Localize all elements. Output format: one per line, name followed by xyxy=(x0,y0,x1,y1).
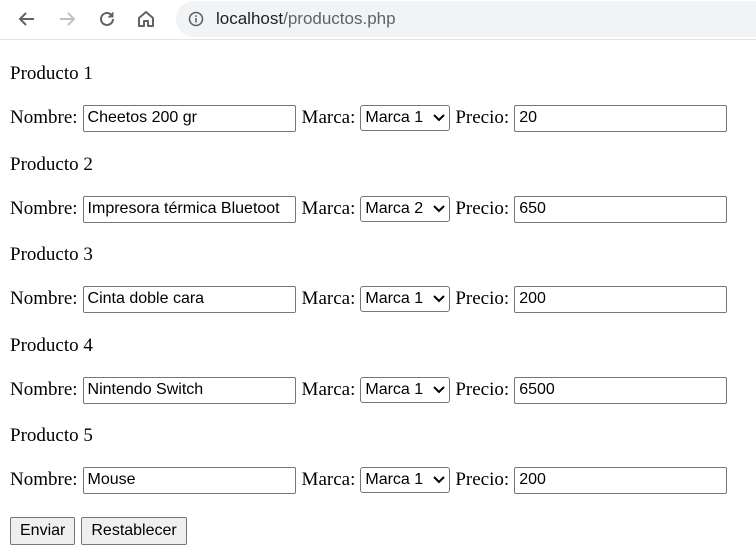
brand-selected: Marca 1 xyxy=(365,290,424,307)
name-input[interactable]: Mouse xyxy=(82,466,296,494)
home-button[interactable] xyxy=(134,7,158,31)
name-input[interactable]: Cheetos 200 gr xyxy=(82,104,296,132)
address-bar[interactable]: localhost/productos.php xyxy=(176,1,756,37)
price-label: Precio: xyxy=(455,107,510,128)
product-row: Nombre: Nintendo Switch Marca: Marca 1 Preci… xyxy=(10,376,728,404)
product-title: Producto 5 xyxy=(10,425,93,446)
product-row: Nombre: Cheetos 200 gr Marca: Marca 1 Precio… xyxy=(10,104,728,132)
chevron-down-icon xyxy=(433,295,446,303)
price-input[interactable]: 20 xyxy=(514,104,728,132)
price-label: Precio: xyxy=(455,469,510,490)
price-input[interactable]: 650 xyxy=(514,195,728,223)
url-host: localhost xyxy=(216,9,284,28)
home-icon xyxy=(138,11,154,27)
brand-select[interactable]: Marca 1 xyxy=(360,105,451,131)
brand-selected: Marca 1 xyxy=(365,109,424,126)
submit-button[interactable]: Enviar xyxy=(10,517,76,545)
arrow-right-icon xyxy=(60,12,76,26)
chevron-down-icon xyxy=(433,476,446,484)
name-label: Nombre: xyxy=(10,469,78,490)
brand-selected: Marca 1 xyxy=(365,381,424,398)
price-label: Precio: xyxy=(455,379,510,400)
name-label: Nombre: xyxy=(10,198,78,219)
forward-button[interactable] xyxy=(55,7,79,31)
info-icon[interactable] xyxy=(188,11,204,27)
brand-select[interactable]: Marca 2 xyxy=(360,196,451,222)
name-input[interactable]: Impresora térmica Bluetoot xyxy=(82,195,296,223)
product-title: Producto 1 xyxy=(10,63,93,84)
chevron-down-icon xyxy=(433,114,446,122)
product-row: Nombre: Impresora térmica Bluetoot Marca: M… xyxy=(10,195,728,223)
chevron-down-icon xyxy=(433,205,446,213)
price-label: Precio: xyxy=(455,288,510,309)
product-title: Producto 3 xyxy=(10,244,93,265)
price-input[interactable]: 200 xyxy=(514,466,728,494)
product-title: Producto 4 xyxy=(10,335,93,356)
url-path: /productos.php xyxy=(283,9,396,28)
browser-toolbar: localhost/productos.php xyxy=(0,0,756,40)
product-title: Producto 2 xyxy=(10,154,93,175)
brand-label: Marca: xyxy=(301,379,356,400)
brand-selected: Marca 1 xyxy=(365,471,424,488)
price-input[interactable]: 6500 xyxy=(514,376,728,404)
product-row: Nombre: Mouse Marca: Marca 1 Precio: 200 xyxy=(10,466,728,494)
name-label: Nombre: xyxy=(10,107,78,128)
arrow-left-icon xyxy=(18,12,34,26)
name-label: Nombre: xyxy=(10,379,78,400)
price-label: Precio: xyxy=(455,198,510,219)
name-label: Nombre: xyxy=(10,288,78,309)
brand-label: Marca: xyxy=(301,469,356,490)
reload-icon xyxy=(100,11,114,26)
brand-label: Marca: xyxy=(301,107,356,128)
product-row: Nombre: Cinta doble cara Marca: Marca 1 Prec… xyxy=(10,285,728,313)
back-button[interactable] xyxy=(15,7,39,31)
name-input[interactable]: Cinta doble cara xyxy=(82,285,296,313)
chevron-down-icon xyxy=(433,386,446,394)
brand-select[interactable]: Marca 1 xyxy=(360,467,451,493)
brand-label: Marca: xyxy=(301,288,356,309)
reset-button[interactable]: Restablecer xyxy=(81,517,187,545)
name-input[interactable]: Nintendo Switch xyxy=(82,376,296,404)
brand-selected: Marca 2 xyxy=(365,200,424,217)
form-actions: Enviar Restablecer xyxy=(10,517,187,545)
brand-label: Marca: xyxy=(301,198,356,219)
reload-button[interactable] xyxy=(95,7,119,31)
price-input[interactable]: 200 xyxy=(514,285,728,313)
brand-select[interactable]: Marca 1 xyxy=(360,377,451,403)
url-text: localhost/productos.php xyxy=(216,9,396,29)
brand-select[interactable]: Marca 1 xyxy=(360,286,451,312)
